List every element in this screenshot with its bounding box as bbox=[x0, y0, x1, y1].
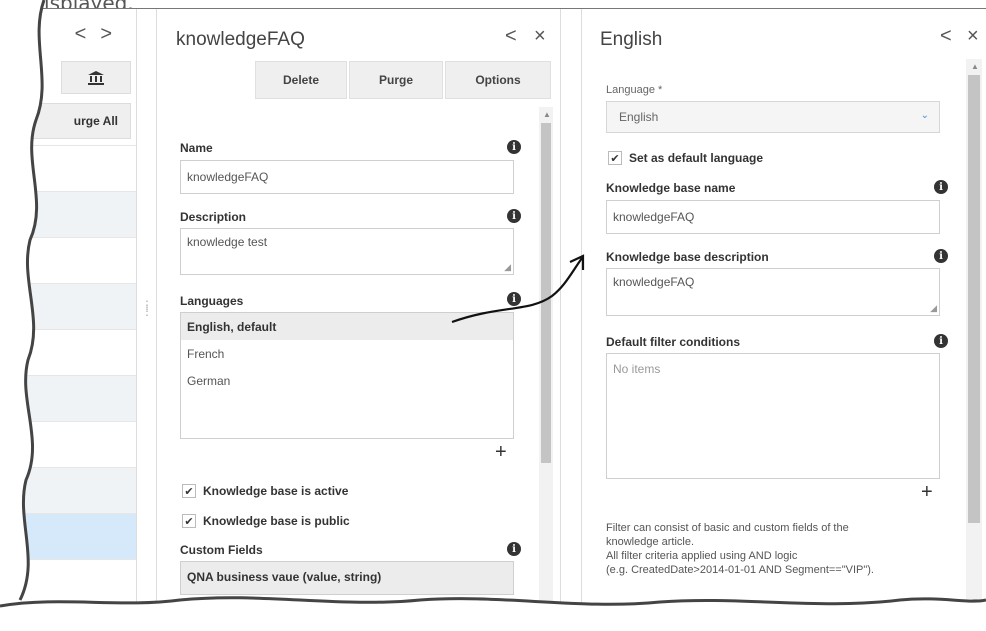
name-label: Name bbox=[180, 141, 213, 155]
close-icon[interactable]: × bbox=[534, 25, 546, 48]
list-rows bbox=[19, 145, 136, 605]
bank-button[interactable] bbox=[61, 61, 131, 94]
language-select[interactable]: English ⌄ bbox=[606, 101, 940, 133]
language-detail-panel: English < × ▲ ▼ Language * English ⌄ ✔ S… bbox=[581, 9, 986, 608]
info-icon[interactable]: i bbox=[507, 292, 521, 306]
app-screenshot-frame: <> urge All ⋮⋮ ⋮⋮ knowledgeFAQ < × Delet… bbox=[18, 8, 986, 608]
delete-button[interactable]: Delete bbox=[255, 61, 347, 99]
filter-conditions-list[interactable]: No items bbox=[606, 353, 940, 479]
options-button[interactable]: Options bbox=[445, 61, 551, 99]
resize-grip-icon[interactable]: ◢ bbox=[930, 303, 937, 314]
description-label: Description bbox=[180, 210, 247, 224]
language-select-value: English bbox=[619, 110, 659, 124]
checkbox-checked-icon[interactable]: ✔ bbox=[608, 151, 622, 165]
language-label: Language * bbox=[606, 84, 663, 96]
help-line: knowledge article. bbox=[606, 536, 695, 548]
info-icon[interactable]: i bbox=[507, 209, 521, 223]
help-line: Filter can consist of basic and custom f… bbox=[606, 522, 849, 534]
info-icon[interactable]: i bbox=[507, 542, 521, 556]
kb-description-field[interactable]: knowledgeFAQ ◢ bbox=[606, 268, 940, 316]
checkbox-checked-icon[interactable]: ✔ bbox=[182, 484, 196, 498]
checkbox-checked-icon[interactable]: ✔ bbox=[182, 514, 196, 528]
help-line: All filter criteria applied using AND lo… bbox=[606, 550, 798, 562]
description-field[interactable]: knowledge test ◢ bbox=[180, 228, 514, 275]
panel-title: English bbox=[600, 29, 663, 50]
help-line: (e.g. CreatedDate>2014-01-01 AND Segment… bbox=[606, 564, 874, 576]
list-item[interactable] bbox=[19, 421, 136, 467]
back-icon[interactable]: < bbox=[505, 25, 517, 48]
list-item[interactable] bbox=[19, 283, 136, 329]
kb-description-label: Knowledge base description bbox=[606, 250, 769, 264]
info-icon[interactable]: i bbox=[934, 249, 948, 263]
panel-title: knowledgeFAQ bbox=[176, 29, 305, 50]
purge-button[interactable]: Purge bbox=[349, 61, 443, 99]
scrollbar-thumb[interactable] bbox=[968, 75, 980, 523]
list-item[interactable] bbox=[19, 467, 136, 513]
language-item-french[interactable]: French bbox=[181, 340, 513, 367]
filter-label: Default filter conditions bbox=[606, 335, 741, 349]
language-item-german[interactable]: German bbox=[181, 367, 513, 394]
active-checkbox-row[interactable]: ✔ Knowledge base is active bbox=[182, 484, 348, 498]
next-arrow-icon[interactable]: > bbox=[100, 23, 126, 45]
kb-name-label: Knowledge base name bbox=[606, 181, 736, 195]
list-item[interactable] bbox=[19, 145, 136, 191]
close-icon[interactable]: × bbox=[967, 25, 979, 48]
public-checkbox-row[interactable]: ✔ Knowledge base is public bbox=[182, 514, 350, 528]
resize-grip-icon[interactable]: ◢ bbox=[504, 262, 511, 273]
scrollbar-thumb[interactable] bbox=[541, 123, 551, 463]
knowledge-base-list: <> urge All bbox=[19, 9, 137, 608]
purge-all-button[interactable]: urge All bbox=[27, 103, 131, 139]
add-language-button[interactable]: + bbox=[495, 441, 507, 464]
kb-name-field[interactable]: knowledgeFAQ bbox=[606, 200, 940, 234]
custom-fields-label: Custom Fields bbox=[180, 543, 263, 557]
list-item[interactable] bbox=[19, 329, 136, 375]
bank-icon bbox=[88, 70, 104, 85]
kb-description-value: knowledgeFAQ bbox=[613, 275, 695, 289]
info-icon[interactable]: i bbox=[934, 180, 948, 194]
scroll-up-icon[interactable]: ▲ bbox=[971, 62, 979, 71]
list-item[interactable] bbox=[19, 191, 136, 237]
languages-list: English, default French German bbox=[180, 312, 514, 439]
list-nav: <> bbox=[75, 23, 126, 46]
active-checkbox-label: Knowledge base is active bbox=[203, 484, 349, 498]
language-item-english[interactable]: English, default bbox=[181, 313, 513, 340]
name-field[interactable]: knowledgeFAQ bbox=[180, 160, 514, 194]
list-item[interactable] bbox=[19, 375, 136, 421]
filter-empty-text: No items bbox=[613, 362, 661, 376]
list-item[interactable] bbox=[19, 237, 136, 283]
default-language-checkbox-row[interactable]: ✔ Set as default language bbox=[608, 151, 763, 165]
info-icon[interactable]: i bbox=[934, 334, 948, 348]
custom-field-item[interactable]: QNA business vaue (value, string) bbox=[180, 561, 514, 595]
back-icon[interactable]: < bbox=[940, 25, 952, 48]
info-icon[interactable]: i bbox=[507, 140, 521, 154]
chevron-down-icon[interactable]: ⌄ bbox=[921, 110, 929, 121]
languages-label: Languages bbox=[180, 294, 244, 308]
filter-help-text: Filter can consist of basic and custom f… bbox=[606, 521, 956, 577]
public-checkbox-label: Knowledge base is public bbox=[203, 514, 350, 528]
list-item-selected[interactable] bbox=[19, 513, 136, 559]
list-item[interactable] bbox=[19, 559, 136, 605]
scroll-down-icon[interactable]: ▼ bbox=[971, 597, 979, 606]
scroll-up-icon[interactable]: ▲ bbox=[543, 110, 551, 119]
description-value: knowledge test bbox=[187, 235, 268, 249]
add-filter-button[interactable]: + bbox=[921, 481, 933, 504]
prev-arrow-icon[interactable]: < bbox=[75, 23, 101, 45]
default-language-label: Set as default language bbox=[629, 151, 764, 165]
knowledge-base-detail-panel: knowledgeFAQ < × Delete Purge Options ▲ … bbox=[156, 9, 561, 608]
